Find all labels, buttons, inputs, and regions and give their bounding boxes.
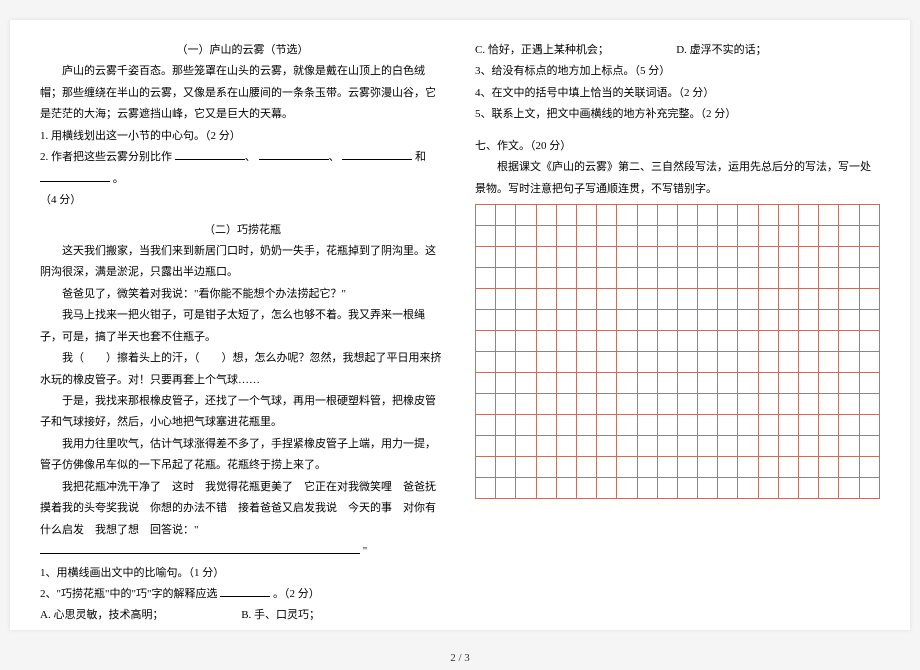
q4-option-a[interactable]: A. 心思灵敏，技术高明；	[40, 605, 238, 626]
passage-2-p2: 爸爸见了，微笑着对我说："看你能不能想个办法捞起它？"	[40, 284, 445, 305]
q2-blank-1[interactable]	[175, 149, 245, 160]
q2-text-a: 2. 作者把这些云雾分别比作	[40, 151, 172, 163]
section-7-prompt: 根据课文《庐山的云雾》第二、三自然段写法，运用先总后分的写法，写一处景物。写时注…	[475, 157, 880, 200]
passage-2-title: （二）巧捞花瓶	[40, 220, 445, 241]
question-1-2: 2. 作者把这些云雾分别比作 、 、 和 。	[40, 147, 445, 190]
q2-text-b: 和	[415, 151, 426, 163]
passage-2-p7: 我把花瓶冲洗干净了 这时 我觉得花瓶更美了 它正在对我微笑哩 爸爸抚摸着我的头夸…	[40, 477, 445, 563]
q4-option-c[interactable]: C. 恰好，正遇上某种机会；	[475, 40, 673, 61]
question-2-3: 3、给没有标点的地方加上标点。（5 分）	[475, 61, 880, 82]
q2-blank-3[interactable]	[342, 149, 412, 160]
passage-2-p4: 我（ ）擦着头上的汗，（ ）想，怎么办呢？忽然，我想起了平日用来挤水玩的橡皮管子…	[40, 348, 445, 391]
q2-blank-4[interactable]	[40, 171, 110, 182]
q4-option-b[interactable]: B. 手、口灵巧；	[241, 605, 439, 626]
p8-blank[interactable]	[40, 543, 360, 554]
q2-blank-2[interactable]	[259, 149, 329, 160]
composition-grid[interactable]	[475, 204, 880, 499]
q2-text-c: 。	[113, 173, 124, 185]
question-2-1: 1、用横线画出文中的比喻句。（1 分）	[40, 563, 445, 584]
passage-2-p1: 这天我们搬家，当我们来到新居门口时，奶奶一失手，花瓶掉到了阴沟里。这阴沟很深，满…	[40, 241, 445, 284]
q4-option-d[interactable]: D. 虚浮不实的话；	[676, 40, 874, 61]
question-1-2-score: （4 分）	[40, 190, 445, 211]
q4-text-a: 2、"巧捞花瓶"中的"巧"字的解释应选	[40, 588, 217, 600]
page-number: 2 / 3	[0, 652, 920, 664]
p8-text-a: 我把花瓶冲洗干净了 这时 我觉得花瓶更美了 它正在对我微笑哩 爸爸抚摸着我的头夸…	[40, 481, 436, 536]
question-1-1: 1. 用横线划出这一小节的中心句。（2 分）	[40, 126, 445, 147]
q4-options: A. 心思灵敏，技术高明； B. 手、口灵巧；	[40, 605, 445, 626]
question-2-2: 2、"巧捞花瓶"中的"巧"字的解释应选 。（2 分）	[40, 584, 445, 605]
passage-2-p6: 我用力往里吹气，估计气球涨得差不多了，手捏紧橡皮管子上端，用力一提，管子仿佛像吊…	[40, 434, 445, 477]
p8-text-b: "	[363, 545, 368, 557]
passage-1-body: 庐山的云雾千姿百态。那些笼罩在山头的云雾，就像是戴在山顶上的白色绒帽；那些缠绕在…	[40, 61, 445, 125]
q4-text-b: 。（2 分）	[273, 588, 320, 600]
passage-2-p3: 我马上找来一把火钳子，可是钳子太短了，怎么也够不着。我又弄来一根绳子，可是，搞了…	[40, 305, 445, 348]
section-7-heading: 七、作文。（20 分）	[475, 136, 880, 157]
question-2-4: 4、在文中的括号中填上恰当的关联词语。（2 分）	[475, 83, 880, 104]
passage-2-p5: 于是，我找来那根橡皮管子，还找了一个气球，再用一根硬塑料管，把橡皮管子和气球接好…	[40, 391, 445, 434]
passage-1-title: （一）庐山的云雾（节选）	[40, 40, 445, 61]
question-2-5: 5、联系上文，把文中画横线的地方补充完整。（2 分）	[475, 104, 880, 125]
q4-blank[interactable]	[220, 586, 270, 597]
q4-options-2: C. 恰好，正遇上某种机会； D. 虚浮不实的话；	[475, 40, 880, 61]
